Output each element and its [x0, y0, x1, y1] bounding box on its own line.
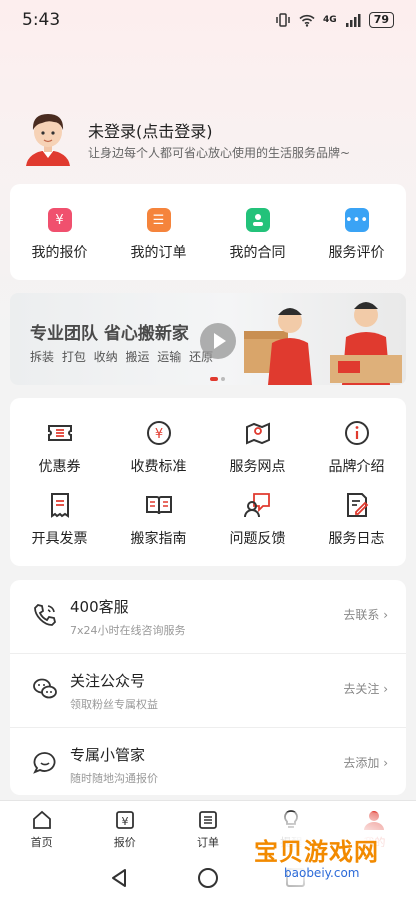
banner-tags: 拆装 打包 收纳 搬运 运输 还原: [30, 350, 214, 364]
brand-intro-button[interactable]: 品牌介绍: [307, 418, 406, 476]
carousel-indicator: [210, 377, 225, 381]
promo-banner[interactable]: 专业团队 省心搬新家 拆装 打包 收纳 搬运 运输 还原: [10, 293, 406, 385]
status-icons: 4G 79: [275, 12, 394, 28]
watermark-url: baobeiy.com: [284, 866, 360, 880]
my-contracts-label: 我的合同: [229, 245, 286, 261]
chevron-right-icon: ›: [383, 682, 388, 696]
service-log-label: 服务日志: [328, 531, 385, 547]
contact-action[interactable]: 去关注 ›: [343, 680, 388, 697]
my-quotes-button[interactable]: ¥ 我的报价: [10, 184, 109, 280]
movers-illustration: [244, 302, 402, 385]
svg-text:¥: ¥: [154, 427, 162, 442]
coupon-label: 优惠券: [38, 459, 81, 475]
quote-icon: ¥: [47, 208, 72, 232]
moving-guide-label: 搬家指南: [130, 531, 187, 547]
tab-label: 订单: [197, 836, 219, 849]
contract-icon: [245, 208, 270, 232]
avatar: [26, 114, 70, 166]
customer-service-row[interactable]: 400客服 7x24小时在线咨询服务 去联系 ›: [10, 580, 406, 654]
video-play-button[interactable]: [200, 323, 236, 359]
contact-list: 400客服 7x24小时在线咨询服务 去联系 › 关注公众号 领取粉丝专属权益 …: [10, 580, 406, 795]
moving-guide-button[interactable]: 搬家指南: [109, 490, 208, 548]
brand-intro-label: 品牌介绍: [328, 459, 385, 475]
my-orders-label: 我的订单: [130, 245, 187, 261]
invoice-label: 开具发票: [31, 531, 88, 547]
home-icon: [32, 810, 51, 829]
home-circle-icon[interactable]: [198, 868, 218, 888]
chevron-right-icon: ›: [383, 608, 388, 622]
info-icon: [344, 421, 369, 445]
contact-title: 关注公众号: [70, 672, 146, 690]
feedback-button[interactable]: 问题反馈: [208, 490, 307, 548]
contact-title: 400客服: [70, 598, 129, 616]
profile-header[interactable]: 未登录(点击登录) 让身边每个人都可省心放心使用的生活服务品牌~: [20, 108, 400, 170]
network-type: 4G: [323, 15, 337, 25]
quick-actions-card: ¥ 我的报价 ☰ 我的订单 我的合同 ••• 服务评价: [10, 184, 406, 280]
login-prompt[interactable]: 未登录(点击登录): [88, 118, 213, 142]
signal-icon: [345, 13, 361, 27]
service-log-button[interactable]: 服务日志: [307, 490, 406, 548]
banner-title: 专业团队 省心搬新家: [30, 324, 189, 344]
coupon-button[interactable]: 优惠券: [10, 418, 109, 476]
pricing-icon: ¥: [146, 421, 171, 445]
services-card: 优惠券 ¥ 收费标准 服务网点 品牌介绍 开具发票 搬家指南 问题反馈 服务日志: [10, 398, 406, 566]
status-time: 5:43: [22, 10, 61, 30]
my-contracts-button[interactable]: 我的合同: [208, 184, 307, 280]
coupon-icon: [47, 425, 72, 441]
service-points-label: 服务网点: [229, 459, 286, 475]
invoice-icon: [50, 493, 69, 518]
back-icon[interactable]: [110, 868, 128, 888]
phone-icon: [34, 604, 56, 626]
feedback-icon: [243, 493, 270, 518]
tab-quote[interactable]: ¥ 报价: [83, 801, 166, 857]
service-log-icon: [346, 493, 368, 517]
battery-icon: 79: [368, 12, 394, 28]
feedback-label: 问题反馈: [229, 531, 286, 547]
pricing-button[interactable]: ¥ 收费标准: [109, 418, 208, 476]
service-points-button[interactable]: 服务网点: [208, 418, 307, 476]
wechat-official-row[interactable]: 关注公众号 领取粉丝专属权益 去关注 ›: [10, 654, 406, 728]
service-review-label: 服务评价: [328, 245, 385, 261]
order-list-icon: ☰: [146, 208, 171, 232]
watermark-text: 宝贝游戏网: [254, 838, 379, 866]
wechat-icon: [33, 678, 57, 699]
guide-book-icon: [145, 496, 172, 515]
pricing-label: 收费标准: [130, 459, 187, 475]
contact-action[interactable]: 去联系 ›: [343, 606, 388, 623]
tab-orders[interactable]: 订单: [166, 801, 249, 857]
service-review-button[interactable]: ••• 服务评价: [307, 184, 406, 280]
contact-subtitle: 领取粉丝专属权益: [70, 698, 158, 711]
tab-home[interactable]: 首页: [0, 801, 83, 857]
order-icon: [199, 811, 217, 829]
contact-subtitle: 7x24小时在线咨询服务: [70, 624, 186, 637]
chat-bubble-icon: [33, 752, 56, 774]
watermark-logo: 宝贝游戏网 baobeiy.com: [250, 812, 410, 896]
location-icon: [245, 422, 270, 445]
review-icon: •••: [344, 208, 369, 232]
contact-action[interactable]: 去添加 ›: [343, 754, 388, 771]
svg-text:¥: ¥: [121, 815, 128, 828]
status-bar: 5:43 4G 79: [0, 0, 416, 42]
tab-label: 报价: [113, 836, 136, 849]
tab-label: 首页: [30, 836, 53, 849]
brand-slogan: 让身边每个人都可省心放心使用的生活服务品牌~: [88, 146, 351, 160]
vibrate-icon: [276, 13, 290, 27]
contact-subtitle: 随时随地沟通报价: [70, 772, 158, 785]
contact-title: 专属小管家: [70, 746, 146, 764]
my-orders-button[interactable]: ☰ 我的订单: [109, 184, 208, 280]
personal-assistant-row[interactable]: 专属小管家 随时随地沟通报价 去添加 ›: [10, 728, 406, 801]
chevron-right-icon: ›: [383, 756, 388, 770]
my-quotes-label: 我的报价: [31, 245, 88, 261]
price-icon: ¥: [115, 811, 134, 829]
invoice-button[interactable]: 开具发票: [10, 490, 109, 548]
wifi-icon: [299, 14, 315, 27]
